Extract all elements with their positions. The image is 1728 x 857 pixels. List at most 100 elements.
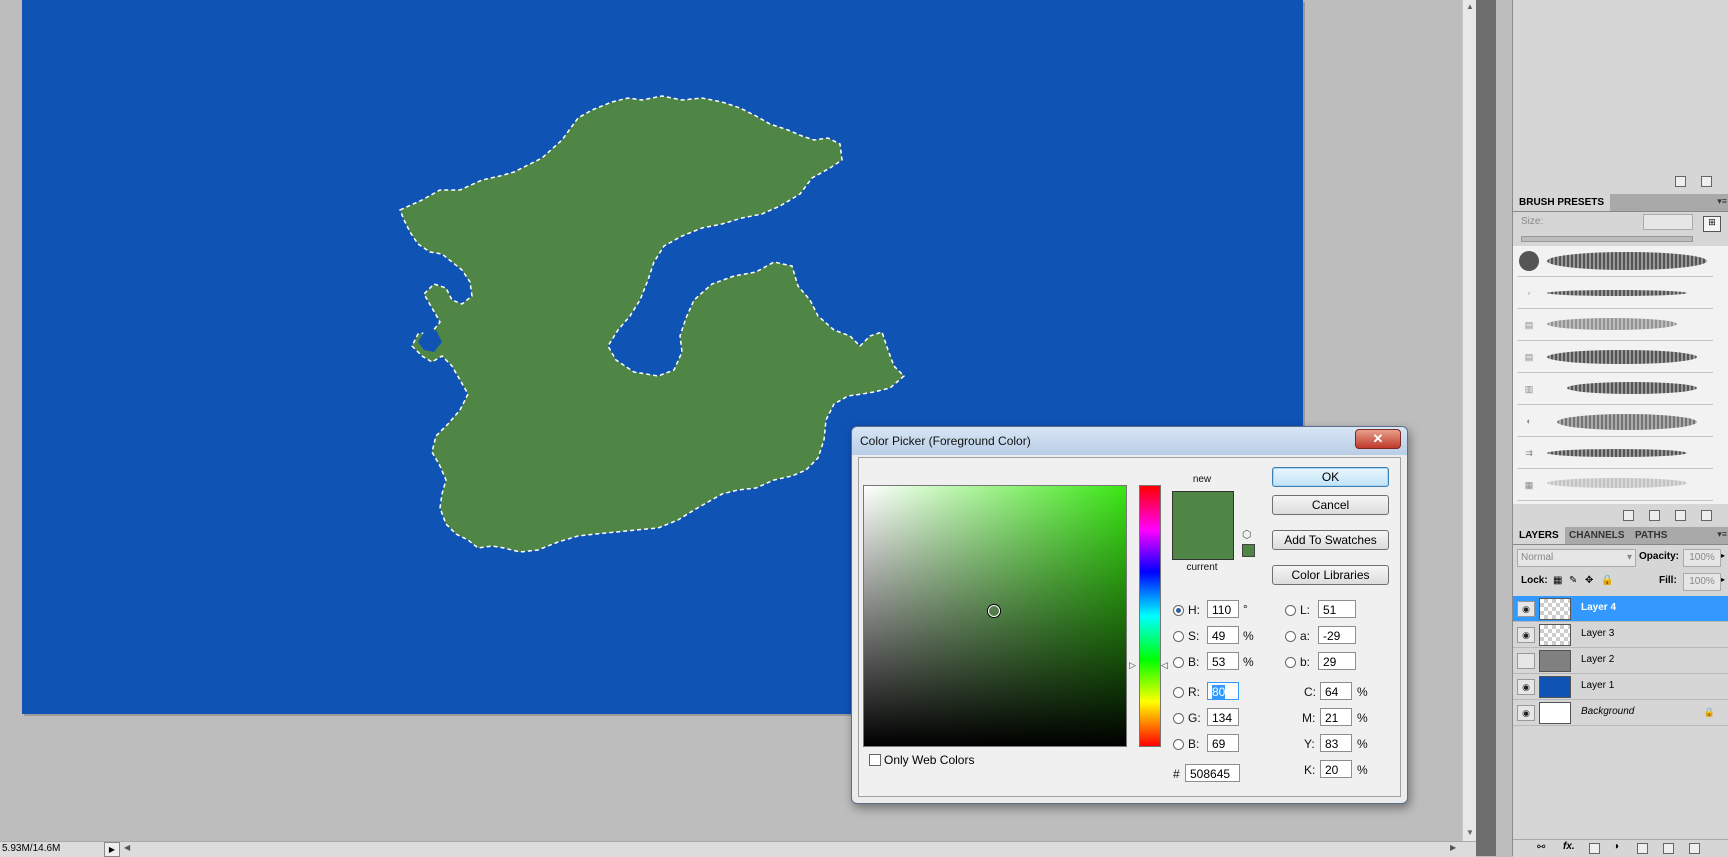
panel-menu-icon[interactable]: ▾≡ — [1717, 529, 1727, 540]
current-color-swatch[interactable] — [1172, 525, 1234, 560]
brush-panel-toggle-icon[interactable]: ⊞ — [1703, 216, 1721, 232]
lightness-field[interactable]: 51 — [1318, 600, 1356, 618]
vertical-scrollbar[interactable]: ▲ ▼ — [1462, 0, 1477, 841]
green-radio[interactable] — [1173, 713, 1184, 724]
color-selection-marker[interactable] — [988, 605, 1000, 617]
new-layer-icon[interactable] — [1663, 843, 1674, 854]
layer-row-background[interactable]: ◉ Background 🔒 — [1513, 700, 1728, 726]
brush-size-field[interactable] — [1643, 214, 1693, 230]
scroll-right-arrow-icon[interactable]: ▶ — [1450, 843, 1456, 852]
current-color-label: current — [1186, 562, 1218, 573]
layers-panel: LAYERS CHANNELS PATHS ▾≡ Normal ▾ Opacit… — [1513, 527, 1728, 857]
tab-channels[interactable]: CHANNELS — [1563, 527, 1631, 544]
ok-button[interactable]: OK — [1272, 467, 1389, 487]
link-layers-icon[interactable]: ⚯ — [1537, 842, 1545, 853]
scroll-up-arrow-icon[interactable]: ▲ — [1466, 2, 1474, 11]
brightness-unit: % — [1243, 655, 1254, 669]
brush-tip-icon: ▤ — [1524, 352, 1534, 362]
visibility-eye-icon[interactable]: ◉ — [1517, 679, 1535, 695]
toggle-brush-icon[interactable] — [1623, 510, 1634, 521]
lab-a-label: a: — [1300, 629, 1311, 643]
adjustment-layer-icon[interactable]: ◑ — [1613, 841, 1619, 852]
visibility-eye-icon[interactable]: ◉ — [1517, 601, 1535, 617]
layer-row-layer-4[interactable]: ◉ Layer 4 — [1513, 596, 1728, 622]
scroll-down-arrow-icon[interactable]: ▼ — [1466, 828, 1474, 837]
panel-menu-icon[interactable]: ▾≡ — [1717, 196, 1727, 207]
close-icon[interactable]: ✕ — [1355, 429, 1401, 449]
gamut-warning-cube-icon[interactable]: ⬡ — [1242, 528, 1252, 541]
web-safe-color-swatch[interactable] — [1242, 544, 1255, 557]
add-mask-icon[interactable] — [1589, 843, 1600, 854]
scroll-left-arrow-icon[interactable]: ◀ — [124, 843, 130, 852]
layer-style-icon[interactable]: fx. — [1563, 841, 1575, 852]
lab-b-field[interactable]: 29 — [1318, 652, 1356, 670]
right-panel-dock: BRUSH PRESETS ▾≡ Size: ⊞ ◦ ▤ ▤ ▥ ◐ ⇉ ▦ L… — [1512, 0, 1728, 857]
lock-icon: 🔒 — [1703, 707, 1715, 717]
panel-dock-strip[interactable] — [1476, 0, 1496, 856]
hue-radio[interactable] — [1173, 605, 1184, 616]
dialog-titlebar[interactable]: Color Picker (Foreground Color) ✕ — [852, 427, 1407, 455]
lock-move-icon[interactable]: ✥ — [1585, 575, 1593, 586]
brightness-radio[interactable] — [1173, 657, 1184, 668]
layer-row-layer-2[interactable]: ◉ Layer 2 — [1513, 648, 1728, 674]
hue-slider[interactable] — [1139, 485, 1161, 747]
hue-slider-left-arrow-icon[interactable]: ▷ — [1129, 660, 1136, 671]
new-group-icon[interactable] — [1637, 843, 1648, 854]
lock-all-icon[interactable]: 🔒 — [1601, 575, 1613, 586]
magenta-field[interactable]: 21 — [1320, 708, 1352, 726]
brush-preset-item[interactable]: ◦ — [1517, 278, 1713, 309]
green-field[interactable]: 134 — [1207, 708, 1239, 726]
fill-arrow-icon[interactable]: ▸ — [1721, 575, 1725, 584]
hex-field[interactable]: 508645 — [1185, 764, 1240, 782]
color-libraries-button[interactable]: Color Libraries — [1272, 565, 1389, 585]
brush-preset-item[interactable]: ◐ — [1517, 406, 1713, 437]
fill-field[interactable]: 100% — [1683, 573, 1721, 591]
brush-preset-item[interactable]: ⇉ — [1517, 438, 1713, 469]
saturation-radio[interactable] — [1173, 631, 1184, 642]
layer-row-layer-1[interactable]: ◉ Layer 1 — [1513, 674, 1728, 700]
cyan-field[interactable]: 64 — [1320, 682, 1352, 700]
blue-radio[interactable] — [1173, 739, 1184, 750]
lock-transparent-icon[interactable]: ▦ — [1553, 575, 1562, 586]
trash-icon[interactable] — [1689, 843, 1700, 854]
blue-field[interactable]: 69 — [1207, 734, 1239, 752]
tab-paths[interactable]: PATHS — [1629, 527, 1673, 544]
opacity-field[interactable]: 100% — [1683, 549, 1721, 567]
brush-preset-item[interactable]: ▦ — [1517, 470, 1713, 501]
hue-slider-right-arrow-icon[interactable]: ◁ — [1161, 660, 1168, 671]
brush-grid-icon[interactable] — [1649, 510, 1660, 521]
status-menu-arrow-icon[interactable]: ▶ — [104, 842, 120, 857]
lab-b-radio[interactable] — [1285, 657, 1296, 668]
red-radio[interactable] — [1173, 687, 1184, 698]
add-to-swatches-button[interactable]: Add To Swatches — [1272, 530, 1389, 550]
tab-layers[interactable]: LAYERS — [1513, 527, 1565, 544]
trash-icon[interactable] — [1701, 510, 1712, 521]
brush-preset-item[interactable]: ▥ — [1517, 374, 1713, 405]
yellow-field[interactable]: 83 — [1320, 734, 1352, 752]
brush-preset-item[interactable]: ▤ — [1517, 342, 1713, 373]
visibility-eye-icon[interactable]: ◉ — [1517, 627, 1535, 643]
hue-field[interactable]: 110 — [1207, 600, 1239, 618]
visibility-eye-icon[interactable]: ◉ — [1517, 705, 1535, 721]
opacity-arrow-icon[interactable]: ▸ — [1721, 551, 1725, 560]
tab-brush-presets[interactable]: BRUSH PRESETS — [1513, 194, 1611, 211]
brush-size-slider[interactable] — [1521, 236, 1693, 242]
brightness-field[interactable]: 53 — [1207, 652, 1239, 670]
lab-a-field[interactable]: -29 — [1318, 626, 1356, 644]
brush-preset-item[interactable]: ▤ — [1517, 310, 1713, 341]
red-field[interactable]: 80 — [1207, 682, 1239, 700]
new-item-icon[interactable] — [1675, 176, 1686, 187]
new-brush-icon[interactable] — [1675, 510, 1686, 521]
lab-a-radio[interactable] — [1285, 631, 1296, 642]
blend-mode-select[interactable]: Normal ▾ — [1517, 549, 1636, 567]
brush-preset-item[interactable] — [1517, 246, 1713, 277]
lock-brush-icon[interactable]: ✎ — [1569, 575, 1577, 586]
layer-row-layer-3[interactable]: ◉ Layer 3 — [1513, 622, 1728, 648]
visibility-eye-icon[interactable]: ◉ — [1517, 653, 1535, 669]
trash-icon[interactable] — [1701, 176, 1712, 187]
lightness-radio[interactable] — [1285, 605, 1296, 616]
black-field[interactable]: 20 — [1320, 760, 1352, 778]
cancel-button[interactable]: Cancel — [1272, 495, 1389, 515]
saturation-field[interactable]: 49 — [1207, 626, 1239, 644]
only-web-colors-checkbox[interactable] — [869, 754, 881, 766]
